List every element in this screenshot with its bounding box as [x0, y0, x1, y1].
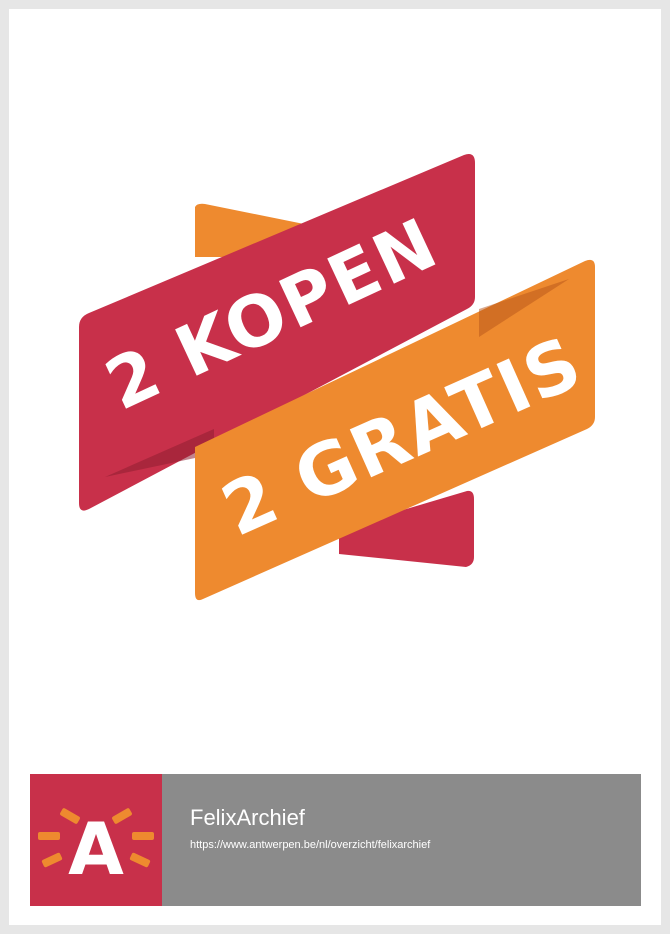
- footer-banner: A FelixArchief https://www.antwerpen.be/…: [30, 774, 641, 906]
- logo-graphic: A: [38, 807, 154, 891]
- antwerpen-logo-icon[interactable]: A: [30, 774, 162, 906]
- logo-letter: A: [68, 807, 124, 891]
- promo-ribbons: 2 KOPEN 2 GRATIS: [79, 154, 595, 601]
- org-url-link[interactable]: https://www.antwerpen.be/nl/overzicht/fe…: [190, 839, 641, 851]
- poster: 2 KOPEN 2 GRATIS A FelixArchief https://…: [9, 9, 661, 925]
- promo-banner: 2 KOPEN 2 GRATIS: [9, 9, 661, 749]
- org-name: FelixArchief: [190, 805, 305, 830]
- org-info: FelixArchief https://www.antwerpen.be/nl…: [162, 774, 641, 906]
